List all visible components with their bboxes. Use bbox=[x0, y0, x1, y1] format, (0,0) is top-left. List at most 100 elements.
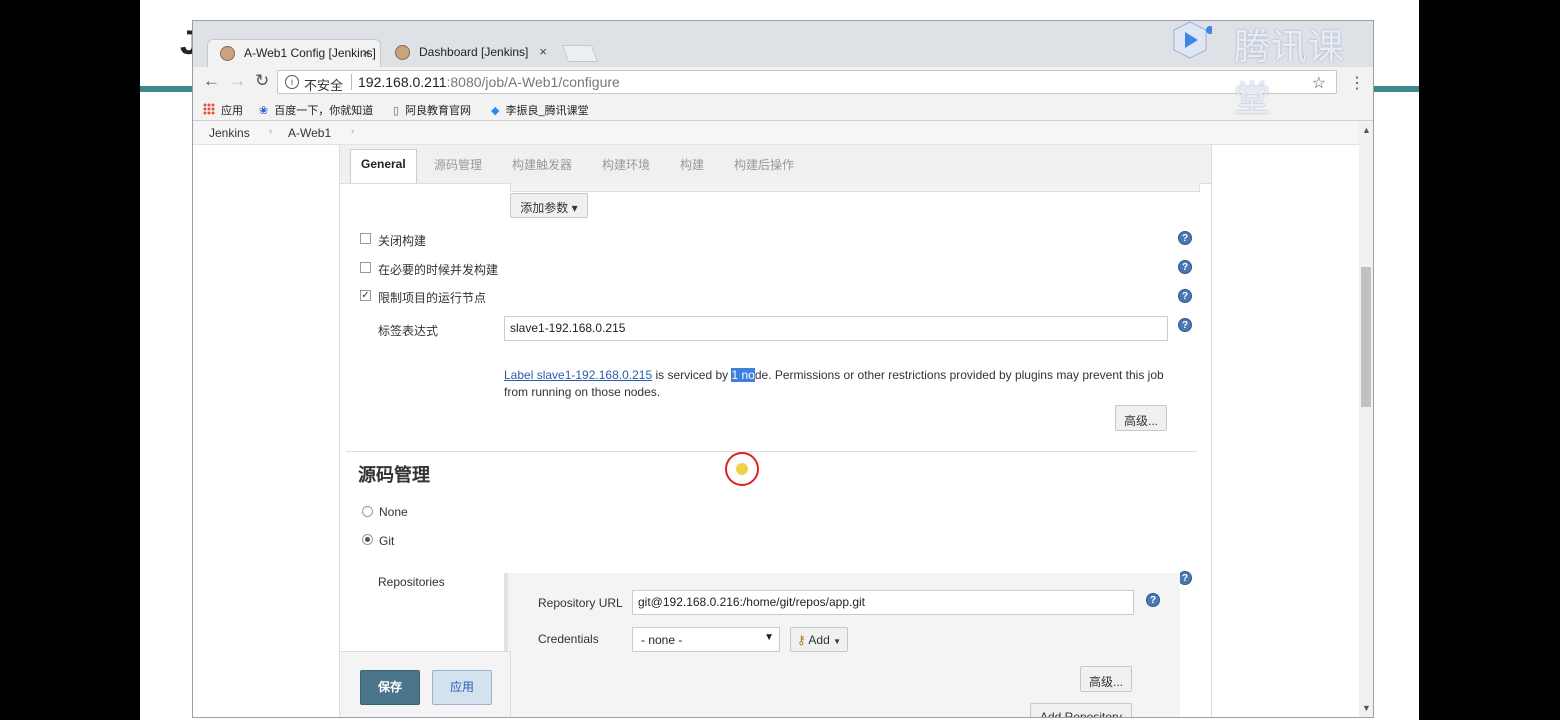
help-icon[interactable]: ? bbox=[1178, 231, 1192, 245]
scm-advanced-button[interactable]: 高级... bbox=[1080, 666, 1132, 692]
add-credentials-label: Add bbox=[808, 633, 830, 647]
label-notice: Label slave1-192.168.0.215 is serviced b… bbox=[504, 367, 1174, 401]
tencent-class-logo-icon bbox=[1173, 21, 1212, 59]
url-text[interactable]: 192.168.0.211:8080/job/A-Web1/configure bbox=[358, 74, 620, 90]
disable-build-label: 关闭构建 bbox=[378, 234, 427, 248]
scm-none-label: None bbox=[379, 505, 408, 519]
concurrent-build-label: 在必要的时候并发构建 bbox=[378, 263, 499, 277]
scrollbar-thumb[interactable] bbox=[1361, 267, 1371, 407]
scroll-down-arrow-icon[interactable]: ▼ bbox=[1362, 703, 1371, 713]
scm-none-radio[interactable] bbox=[362, 506, 373, 517]
scm-git-label: Git bbox=[379, 534, 395, 548]
page-icon: ▯ bbox=[393, 105, 400, 117]
address-bar[interactable]: i 不安全 192.168.0.211:8080/job/A-Web1/conf… bbox=[277, 70, 1337, 94]
tab-title: Dashboard [Jenkins] bbox=[419, 45, 529, 59]
jenkins-favicon-icon bbox=[395, 45, 410, 60]
config-panel: General 源码管理 构建触发器 构建环境 构建 构建后操作 添加参数 ▾ … bbox=[339, 145, 1212, 717]
apply-button[interactable]: 应用 bbox=[432, 670, 492, 705]
security-label[interactable]: 不安全 bbox=[304, 75, 343, 94]
apps-grid-icon bbox=[203, 103, 215, 115]
tencent-class-icon: ◆ bbox=[491, 105, 500, 117]
bookmark-apps[interactable]: 应用 bbox=[203, 102, 243, 118]
bookmark-label: 应用 bbox=[221, 105, 243, 117]
repo-url-input[interactable]: git@192.168.0.216:/home/git/repos/app.gi… bbox=[632, 590, 1134, 615]
section-divider bbox=[346, 451, 1197, 452]
repository-box: Repository URL git@192.168.0.216:/home/g… bbox=[504, 573, 1180, 717]
section-tabs: General 源码管理 构建触发器 构建环境 构建 构建后操作 bbox=[340, 145, 1211, 184]
label-expression-input[interactable]: slave1-192.168.0.215 bbox=[504, 316, 1168, 341]
back-arrow-icon[interactable]: ← bbox=[203, 71, 220, 91]
watermark-text: 腾讯课堂 bbox=[1234, 27, 1346, 120]
help-icon[interactable]: ? bbox=[1146, 593, 1160, 607]
browser-toolbar: ← → ↻ i 不安全 192.168.0.211:8080/job/A-Web… bbox=[193, 67, 1373, 97]
paw-icon: ❀ bbox=[259, 105, 269, 117]
tab-post-build[interactable]: 构建后操作 bbox=[734, 156, 794, 173]
breadcrumb-chevron-icon[interactable]: › bbox=[269, 126, 272, 137]
info-icon[interactable]: i bbox=[285, 75, 299, 89]
notice-text: is serviced by bbox=[652, 368, 732, 382]
disable-build-checkbox[interactable] bbox=[360, 233, 371, 244]
add-credentials-button[interactable]: ⚷ Add ▼ bbox=[790, 627, 848, 652]
breadcrumb: Jenkins › A-Web1 › bbox=[193, 121, 1359, 145]
jenkins-favicon-icon bbox=[220, 46, 235, 61]
repo-url-label: Repository URL bbox=[538, 596, 623, 610]
restrict-node-label: 限制项目的运行节点 bbox=[378, 291, 487, 305]
page-content: Jenkins › A-Web1 › General 源码管理 构建触发器 构建… bbox=[193, 121, 1359, 717]
save-bar: 保存 应用 bbox=[339, 651, 511, 717]
browser-window: A-Web1 Config [Jenkins] × Dashboard [Jen… bbox=[192, 20, 1374, 718]
tab-close-icon[interactable]: × bbox=[362, 45, 370, 60]
tab-title: A-Web1 Config [Jenkins] bbox=[244, 46, 376, 60]
bookmark-baidu[interactable]: ❀ 百度一下，你就知道 bbox=[259, 102, 373, 118]
label-expression-label: 标签表达式 bbox=[378, 324, 439, 338]
bookmark-aliang[interactable]: ▯ 阿良教育官网 bbox=[393, 102, 471, 118]
parameter-container bbox=[510, 183, 1200, 192]
label-link[interactable]: Label slave1-192.168.0.215 bbox=[504, 368, 652, 382]
breadcrumb-jenkins[interactable]: Jenkins bbox=[209, 126, 250, 140]
node-count-highlight[interactable]: 1 no bbox=[731, 368, 755, 382]
concurrent-build-checkbox[interactable] bbox=[360, 262, 371, 273]
page-scrollbar[interactable]: ▲ ▼ bbox=[1359, 121, 1373, 717]
url-host: 192.168.0.211 bbox=[358, 74, 447, 90]
repositories-label: Repositories bbox=[378, 575, 445, 589]
tab-build[interactable]: 构建 bbox=[680, 156, 704, 173]
help-icon[interactable]: ? bbox=[1178, 289, 1192, 303]
bookmark-label: 阿良教育官网 bbox=[405, 105, 472, 117]
url-path: :8080/job/A-Web1/configure bbox=[446, 74, 620, 90]
scroll-up-arrow-icon[interactable]: ▲ bbox=[1362, 125, 1371, 135]
breadcrumb-chevron-icon[interactable]: › bbox=[351, 126, 354, 137]
restrict-node-checkbox[interactable]: ✓ bbox=[360, 290, 371, 301]
address-separator bbox=[351, 74, 352, 90]
tab-scm[interactable]: 源码管理 bbox=[434, 156, 482, 173]
tab-general[interactable]: General bbox=[350, 149, 417, 183]
select-caret-icon: ▼ bbox=[764, 632, 774, 643]
reload-icon[interactable]: ↻ bbox=[255, 71, 269, 91]
forward-arrow-icon[interactable]: → bbox=[229, 71, 246, 91]
tab-config[interactable]: A-Web1 Config [Jenkins] × bbox=[207, 39, 381, 67]
help-icon[interactable]: ? bbox=[1178, 318, 1192, 332]
credentials-select[interactable]: - none - ▼ bbox=[632, 627, 780, 652]
scm-section-title: 源码管理 bbox=[358, 465, 430, 485]
tab-close-icon[interactable]: × bbox=[539, 44, 547, 59]
scm-git-radio[interactable] bbox=[362, 534, 373, 545]
tab-dashboard[interactable]: Dashboard [Jenkins] × bbox=[383, 39, 557, 67]
credentials-label: Credentials bbox=[538, 632, 599, 646]
bookmark-tencent-class[interactable]: ◆ 李振良_腾讯课堂 bbox=[491, 102, 589, 118]
credentials-value: - none - bbox=[641, 633, 683, 647]
bookmark-label: 李振良_腾讯课堂 bbox=[505, 105, 589, 117]
add-parameter-label: 添加参数 bbox=[520, 201, 569, 215]
dropdown-caret-icon: ▼ bbox=[833, 637, 842, 646]
bookmarks-bar: 应用 ❀ 百度一下，你就知道 ▯ 阿良教育官网 ◆ 李振良_腾讯课堂 bbox=[193, 97, 1373, 121]
key-icon: ⚷ bbox=[796, 633, 806, 647]
mouse-cursor-icon bbox=[736, 463, 748, 475]
new-tab-button[interactable] bbox=[561, 45, 599, 62]
tab-build-env[interactable]: 构建环境 bbox=[602, 156, 650, 173]
tab-build-triggers[interactable]: 构建触发器 bbox=[512, 156, 572, 173]
breadcrumb-job[interactable]: A-Web1 bbox=[288, 126, 331, 140]
general-advanced-button[interactable]: 高级... bbox=[1115, 405, 1167, 431]
save-button[interactable]: 保存 bbox=[360, 670, 420, 705]
add-repository-button[interactable]: Add Repository bbox=[1030, 703, 1132, 717]
help-icon[interactable]: ? bbox=[1178, 260, 1192, 274]
add-parameter-button[interactable]: 添加参数 ▾ bbox=[510, 193, 588, 218]
help-icon[interactable]: ? bbox=[1178, 571, 1192, 585]
bookmark-label: 百度一下，你就知道 bbox=[274, 105, 374, 117]
